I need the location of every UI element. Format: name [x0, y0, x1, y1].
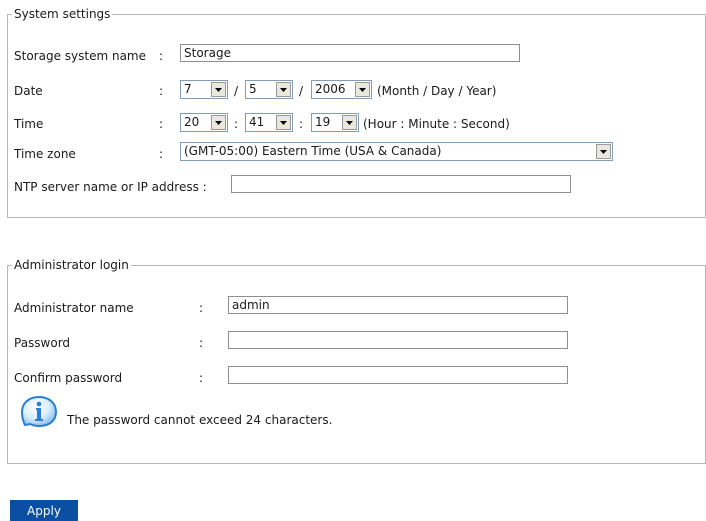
minute-value: 41 — [249, 115, 265, 129]
year-value: 2006 — [315, 82, 346, 96]
second-select[interactable]: 19 — [311, 113, 359, 132]
storage-name-input[interactable] — [180, 44, 520, 62]
apply-button[interactable]: Apply — [10, 500, 78, 521]
info-icon — [19, 395, 59, 432]
hour-select[interactable]: 20 — [180, 113, 228, 132]
system-settings-legend: System settings — [12, 7, 113, 21]
minute-select[interactable]: 41 — [245, 113, 293, 132]
timezone-select[interactable]: (GMT-05:00) Eastern Time (USA & Canada) — [180, 142, 613, 161]
colon: : — [159, 147, 164, 161]
time-separator: : — [234, 117, 239, 131]
timezone-value: (GMT-05:00) Eastern Time (USA & Canada) — [184, 144, 442, 158]
year-select[interactable]: 2006 — [311, 80, 372, 99]
ntp-label: NTP server name or IP address : — [14, 180, 207, 194]
date-separator: / — [299, 84, 304, 98]
colon: : — [199, 371, 204, 385]
admin-login-panel: Administrator login — [7, 258, 706, 464]
time-format-hint: (Hour : Minute : Second) — [363, 117, 510, 131]
ntp-server-input[interactable] — [231, 175, 571, 193]
chevron-down-icon[interactable] — [211, 82, 226, 97]
chevron-down-icon[interactable] — [596, 144, 611, 159]
day-value: 5 — [249, 82, 257, 96]
month-value: 7 — [184, 82, 192, 96]
colon: : — [159, 117, 164, 131]
time-separator: : — [299, 117, 304, 131]
colon: : — [159, 84, 164, 98]
second-value: 19 — [315, 115, 331, 129]
admin-login-legend: Administrator login — [12, 258, 131, 272]
colon: : — [199, 301, 204, 315]
password-input[interactable] — [228, 331, 568, 349]
date-separator: / — [234, 84, 239, 98]
hour-value: 20 — [184, 115, 200, 129]
chevron-down-icon[interactable] — [276, 82, 291, 97]
colon: : — [199, 336, 204, 350]
chevron-down-icon[interactable] — [342, 115, 357, 130]
chevron-down-icon[interactable] — [276, 115, 291, 130]
timezone-label: Time zone — [14, 147, 76, 161]
day-select[interactable]: 5 — [245, 80, 293, 99]
time-label: Time — [14, 117, 44, 131]
date-format-hint: (Month / Day / Year) — [377, 84, 497, 98]
confirm-password-label: Confirm password — [14, 371, 123, 385]
month-select[interactable]: 7 — [180, 80, 228, 99]
date-label: Date — [14, 84, 43, 98]
confirm-password-input[interactable] — [228, 366, 568, 384]
chevron-down-icon[interactable] — [211, 115, 226, 130]
storage-name-label: Storage system name — [14, 49, 146, 63]
password-length-note: The password cannot exceed 24 characters… — [67, 413, 333, 427]
chevron-down-icon[interactable] — [355, 82, 370, 97]
password-label: Password — [14, 336, 71, 350]
colon: : — [159, 49, 164, 63]
admin-name-label: Administrator name — [14, 301, 134, 315]
admin-name-input[interactable] — [228, 296, 568, 314]
